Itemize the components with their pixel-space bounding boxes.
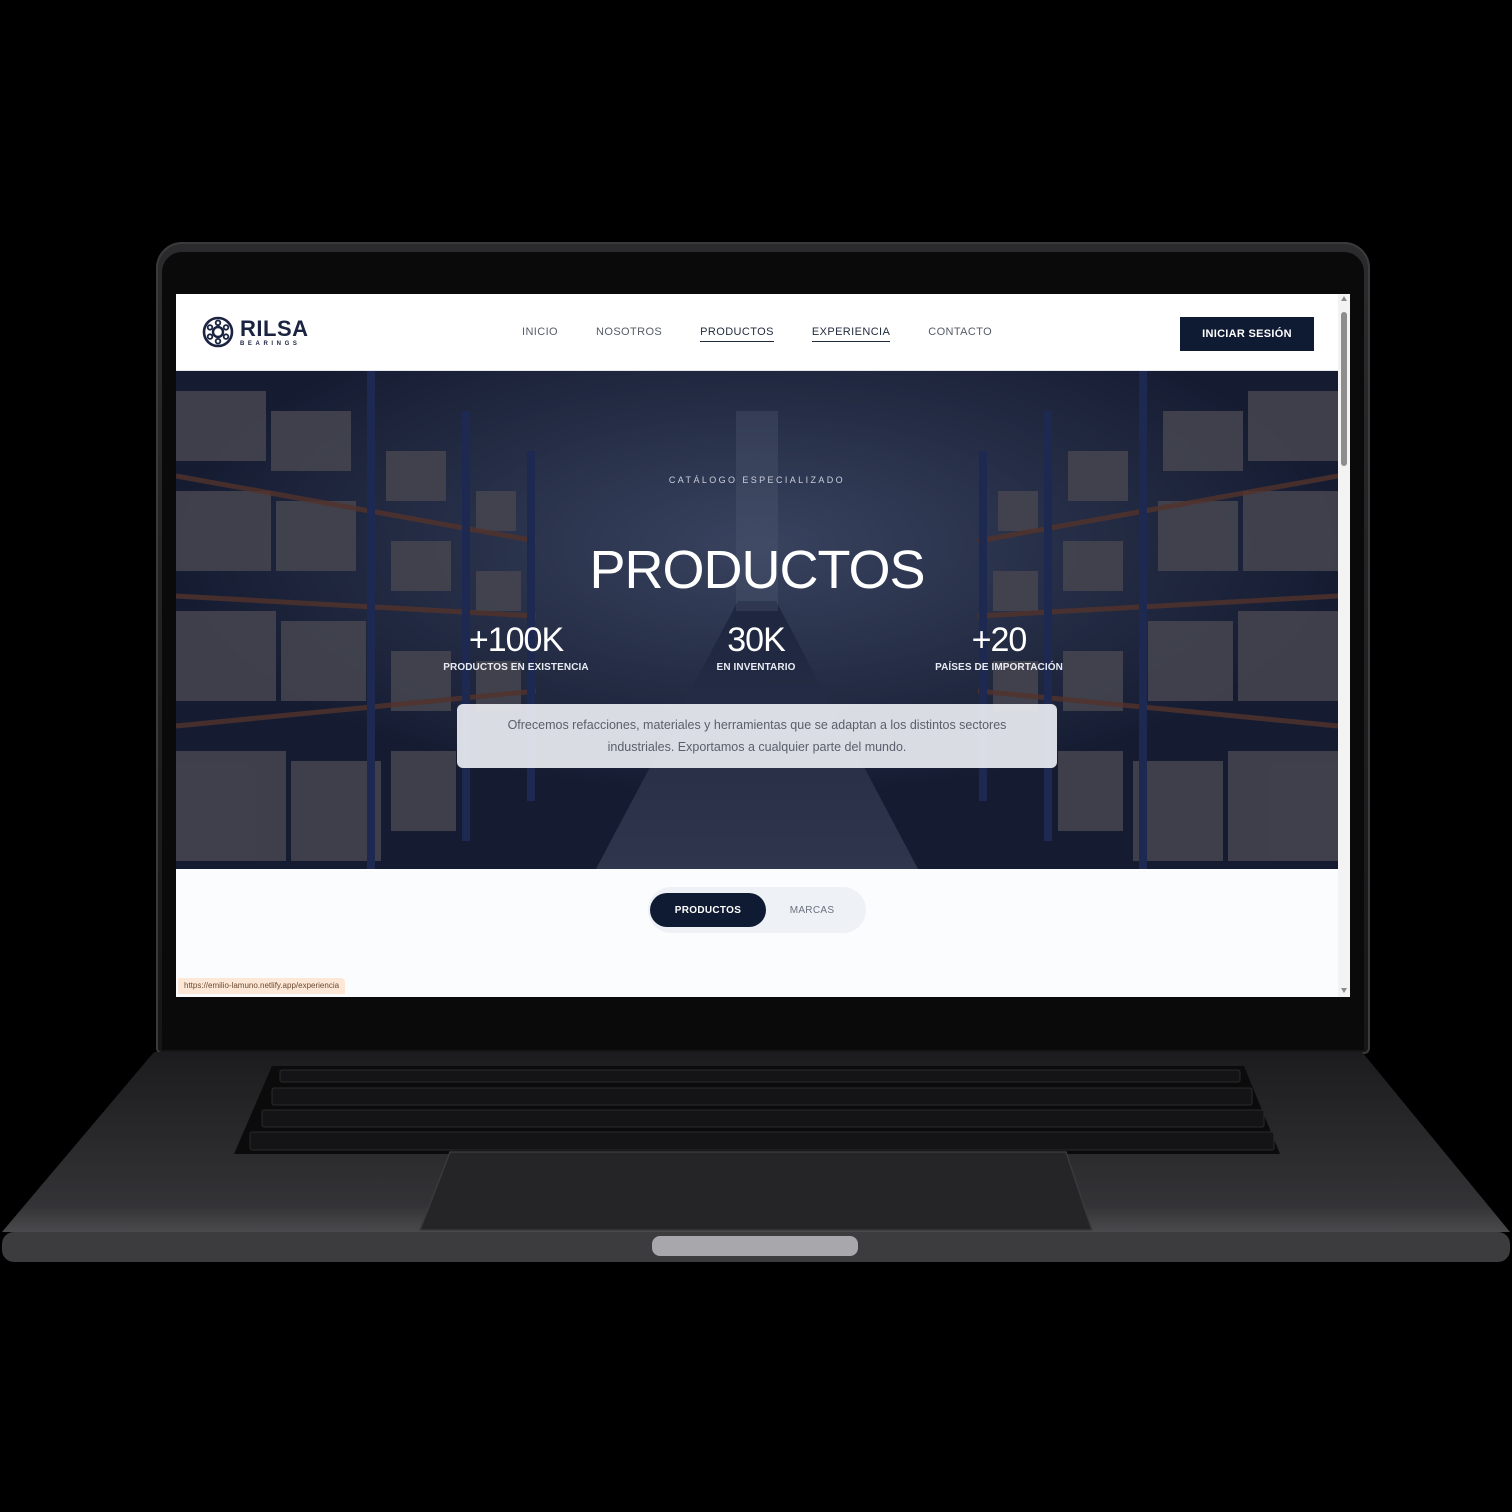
nav-nosotros[interactable]: NOSOTROS — [596, 326, 662, 342]
keyboard-deck-illustration — [2, 1052, 1510, 1262]
bearing-icon — [202, 316, 234, 348]
stat-label: PRODUCTOS EN EXISTENCIA — [443, 662, 589, 673]
laptop-base — [0, 1052, 1512, 1272]
nav-productos[interactable]: PRODUCTOS — [700, 326, 774, 342]
scroll-up-arrow-icon[interactable] — [1341, 296, 1347, 301]
tab-productos[interactable]: PRODUCTOS — [650, 893, 766, 927]
logo-name: RILSA — [240, 315, 309, 341]
catalog-tabs: PRODUCTOS MARCAS — [648, 887, 866, 933]
stat-value: +100K — [468, 621, 564, 659]
catalog-section: PRODUCTOS MARCAS — [176, 869, 1338, 997]
hero-eyebrow: CATÁLOGO ESPECIALIZADO — [668, 475, 846, 485]
vertical-scrollbar[interactable] — [1338, 294, 1350, 997]
stat-countries: +20 PAÍSES DE IMPORTACIÓN — [889, 621, 1109, 673]
stat-label: PAÍSES DE IMPORTACIÓN — [935, 662, 1063, 673]
hero-description: Ofrecemos refacciones, materiales y herr… — [457, 704, 1057, 768]
browser-viewport: RILSA BEARINGS INICIO NOSOTROS PRODUCTOS… — [176, 294, 1350, 997]
stat-value: 30K — [727, 621, 786, 659]
logo-tagline: BEARINGS — [240, 340, 301, 347]
scroll-thumb[interactable] — [1341, 312, 1347, 466]
hero-section: CATÁLOGO ESPECIALIZADO PRODUCTOS +100K P… — [176, 371, 1338, 869]
hero-overlay — [176, 371, 1338, 869]
stat-products: +100K PRODUCTOS EN EXISTENCIA — [406, 621, 626, 673]
site-navbar: RILSA BEARINGS INICIO NOSOTROS PRODUCTOS… — [176, 294, 1338, 371]
link-preview-status: https://emilio-lamuno.netlify.app/experi… — [178, 978, 346, 994]
stat-value: +20 — [971, 621, 1028, 659]
stat-inventory: 30K EN INVENTARIO — [646, 621, 866, 673]
tab-marcas[interactable]: MARCAS — [758, 893, 866, 927]
main-menu: INICIO NOSOTROS PRODUCTOS EXPERIENCIA CO… — [522, 326, 1030, 342]
login-button[interactable]: INICIAR SESIÓN — [1180, 317, 1314, 351]
scroll-down-arrow-icon[interactable] — [1341, 988, 1347, 993]
nav-contacto[interactable]: CONTACTO — [928, 326, 992, 342]
nav-inicio[interactable]: INICIO — [522, 326, 558, 342]
hero-title: PRODUCTOS — [589, 540, 925, 600]
nav-experiencia[interactable]: EXPERIENCIA — [811, 326, 891, 342]
site-logo[interactable]: RILSA BEARINGS — [202, 316, 309, 348]
stat-label: EN INVENTARIO — [716, 662, 796, 673]
